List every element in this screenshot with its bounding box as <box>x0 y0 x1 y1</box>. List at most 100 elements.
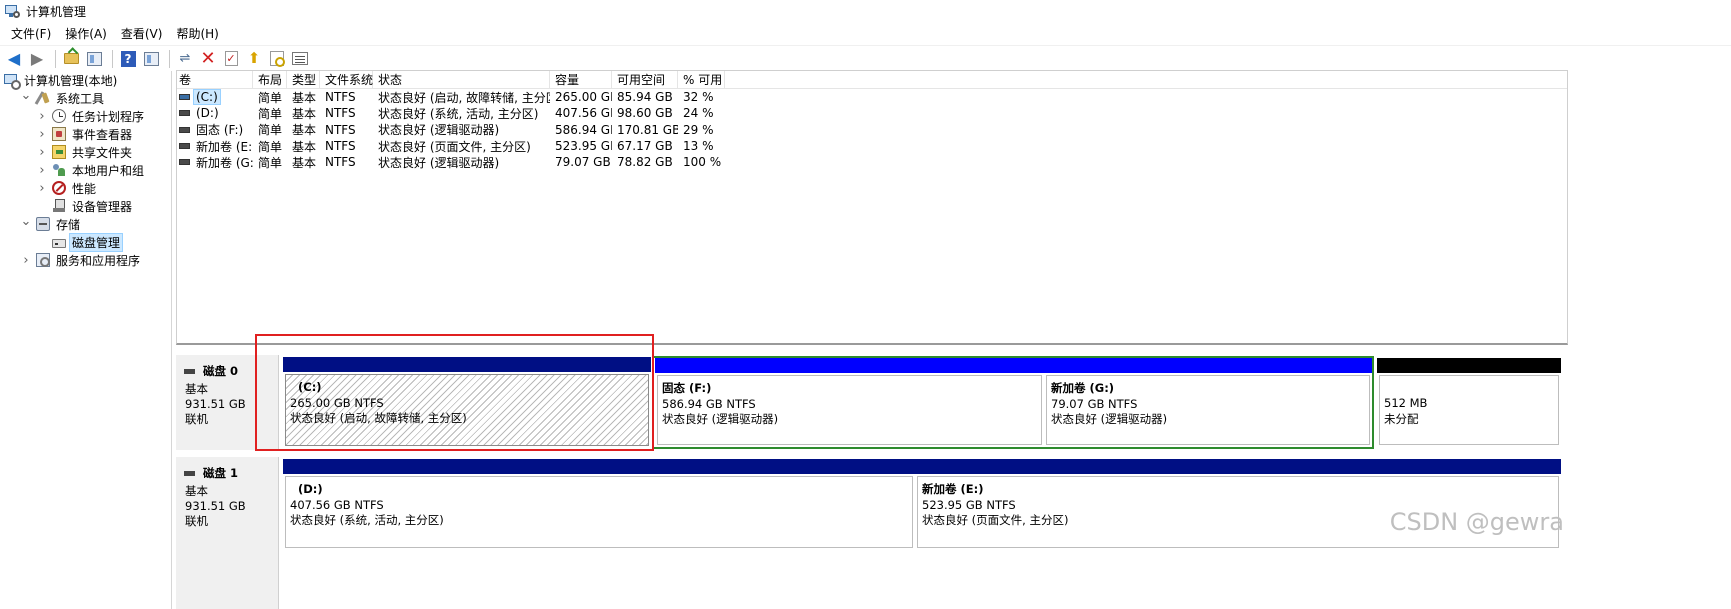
column-header-filesystem[interactable]: 文件系统 <box>320 71 373 88</box>
users-icon <box>52 163 66 177</box>
volume-row[interactable]: (C:) 简单 基本 NTFS 状态良好 (启动, 故障转储, 主分区) 265.00 G… <box>177 89 1567 106</box>
volume-row[interactable]: 新加卷 (G:) 简单 基本 NTFS 状态良好 (逻辑驱动器) 79.07 GB 78.8… <box>177 154 1567 170</box>
tree-item[interactable]: › 本地用户和组 <box>0 161 171 179</box>
column-header-capacity[interactable]: 容量 <box>550 71 612 88</box>
partition-e[interactable]: 新加卷 (E:) 523.95 GB NTFS 状态良好 (页面文件, 主分区) <box>915 459 1561 550</box>
volume-icon <box>179 126 190 133</box>
cell-percent-free: 32 % <box>683 90 714 105</box>
partition-status: 状态良好 (逻辑驱动器) <box>1051 412 1168 426</box>
cell-filesystem: NTFS <box>325 139 356 154</box>
partition-body: 固态 (F:) 586.94 GB NTFS 状态良好 (逻辑驱动器) <box>657 375 1042 445</box>
list-icon[interactable] <box>290 49 310 69</box>
cell-status: 状态良好 (页面文件, 主分区) <box>378 139 531 154</box>
volume-row[interactable]: (D:) 简单基本 NTFS 状态良好 (系统, 活动, 主分区) 407.56 GB 9… <box>177 105 1567 121</box>
svc-icon <box>36 253 50 267</box>
search-icon[interactable] <box>267 49 287 69</box>
volume-list: 卷 布局 类型 文件系统 状态 容量 可用空间 % 可用 (C:) 简单 基本 NTF… <box>176 70 1568 345</box>
column-header-status[interactable]: 状态 <box>373 71 550 88</box>
partition-bar <box>1377 358 1561 373</box>
connect-icon[interactable]: ⇌ <box>175 49 195 69</box>
cell-capacity: 523.95 GB <box>555 139 612 154</box>
tree-item[interactable]: › 任务计划程序 <box>0 107 171 125</box>
chevron-down-icon[interactable]: ⌄ <box>20 214 32 229</box>
disk-1-info[interactable]: 磁盘 1 基本 931.51 GB 联机 <box>176 457 279 609</box>
up-icon[interactable]: ⬆ <box>244 49 264 69</box>
menu-help[interactable]: 帮助(H) <box>169 25 225 42</box>
tree-item[interactable]: ⌄ 系统工具 <box>0 88 171 107</box>
chevron-right-icon[interactable]: › <box>20 253 32 268</box>
toolbar: ◀ ▶ ? ⇌ ✕ ✓ ⬆ <box>0 45 1731 71</box>
column-header-percent-free[interactable]: % 可用 <box>678 71 725 88</box>
chevron-right-icon[interactable]: › <box>36 145 48 160</box>
partition-name: (C:) <box>298 380 322 394</box>
menu-view[interactable]: 查看(V) <box>114 25 170 42</box>
tree-item[interactable]: › 共享文件夹 <box>0 143 171 161</box>
cell-filesystem: NTFS <box>325 155 356 170</box>
tree-item[interactable]: 磁盘管理 <box>0 232 171 252</box>
cell-capacity: 265.00 GB <box>555 90 612 105</box>
tree-item[interactable]: 设备管理器 <box>0 197 171 215</box>
delete-icon[interactable]: ✕ <box>198 49 218 69</box>
cell-layout: 简单 <box>258 123 283 138</box>
volume-row[interactable]: 新加卷 (E:) 简单 基本 NTFS 状态良好 (页面文件, 主分区) 523.95 G… <box>177 138 1567 154</box>
partition-f[interactable]: 固态 (F:) 586.94 GB NTFS 状态良好 (逻辑驱动器) <box>655 358 1044 447</box>
menu-file[interactable]: 文件(F) <box>4 25 58 42</box>
clock-icon <box>52 109 66 123</box>
column-header-volume[interactable]: 卷 <box>177 71 253 88</box>
partition-g[interactable]: 新加卷 (G:) 79.07 GB NTFS 状态良好 (逻辑驱动器) <box>1044 358 1372 447</box>
chevron-right-icon[interactable]: › <box>36 109 48 124</box>
cell-volume-name: 新加卷 (G:) <box>177 154 253 170</box>
chevron-right-icon[interactable]: › <box>36 163 48 178</box>
tree-item-label: 事件查看器 <box>72 127 133 142</box>
disk-icon <box>184 368 195 374</box>
tree-item-label: 性能 <box>72 181 97 196</box>
check-icon[interactable]: ✓ <box>221 49 241 69</box>
partition-body: 512 MB 未分配 <box>1379 375 1559 445</box>
cell-percent-free: 24 % <box>683 106 714 121</box>
forward-icon[interactable]: ▶ <box>27 49 47 69</box>
partition-status: 状态良好 (启动, 故障转储, 主分区) <box>290 411 467 425</box>
volume-name-text: (C:) <box>193 89 221 106</box>
cell-type: 基本 <box>292 90 317 105</box>
chevron-down-icon[interactable]: ⌄ <box>20 88 32 103</box>
tree-item[interactable]: › 服务和应用程序 <box>0 251 171 269</box>
column-header-layout[interactable]: 布局 <box>253 71 287 88</box>
chevron-right-icon[interactable]: › <box>36 181 48 196</box>
cell-filesystem: NTFS <box>325 122 356 137</box>
partition-d[interactable]: (D:) 407.56 GB NTFS 状态良好 (系统, 活动, 主分区) <box>283 459 915 550</box>
cell-type: 基本 <box>292 139 317 154</box>
volume-row[interactable]: 固态 (F:) 简单基本 NTFS 状态良好 (逻辑驱动器) 586.94 GB 170.… <box>177 122 1567 138</box>
column-header-free-space[interactable]: 可用空间 <box>612 71 678 88</box>
partition-c[interactable]: (C:) 265.00 GB NTFS 状态良好 (启动, 故障转储, 主分区) <box>283 357 651 448</box>
partition-bar <box>915 459 1561 474</box>
tree-item-label: 设备管理器 <box>72 199 133 214</box>
cell-volume-name: (C:) <box>177 89 253 106</box>
cell-percent-free: 100 % <box>683 155 722 170</box>
disk-0-info[interactable]: 磁盘 0 基本 931.51 GB 联机 <box>176 355 279 450</box>
properties-panel-icon[interactable] <box>141 49 161 69</box>
cell-capacity: 586.94 GB <box>555 122 612 137</box>
partition-size: 79.07 GB NTFS <box>1051 396 1138 411</box>
chevron-right-icon[interactable]: › <box>36 127 48 142</box>
watermark: CSDN @gewra <box>1389 508 1564 536</box>
unallocated-space[interactable]: 512 MB 未分配 <box>1377 358 1561 447</box>
back-icon[interactable]: ◀ <box>4 49 24 69</box>
toolbar-separator <box>169 49 170 68</box>
disk-kind: 基本 <box>185 382 208 396</box>
disk-state: 联机 <box>185 412 208 426</box>
disk-icon <box>184 470 195 476</box>
partition-bar <box>655 358 1044 373</box>
up-folder-icon[interactable] <box>61 49 81 69</box>
tree-item[interactable]: 计算机管理(本地) <box>0 71 171 90</box>
tree-item[interactable]: ⌄ 存储 <box>0 214 171 233</box>
menu-action[interactable]: 操作(A) <box>58 25 114 42</box>
help-icon[interactable]: ? <box>118 49 138 69</box>
partition-status: 状态良好 (逻辑驱动器) <box>662 412 779 426</box>
volume-icon <box>179 159 190 166</box>
column-header-type[interactable]: 类型 <box>287 71 320 88</box>
window-title: 计算机管理 <box>26 4 87 19</box>
computer-management-icon <box>4 3 20 19</box>
show-hide-tree-icon[interactable] <box>84 49 104 69</box>
tree-item[interactable]: › 性能 <box>0 179 171 197</box>
tree-item[interactable]: › 事件查看器 <box>0 125 171 143</box>
